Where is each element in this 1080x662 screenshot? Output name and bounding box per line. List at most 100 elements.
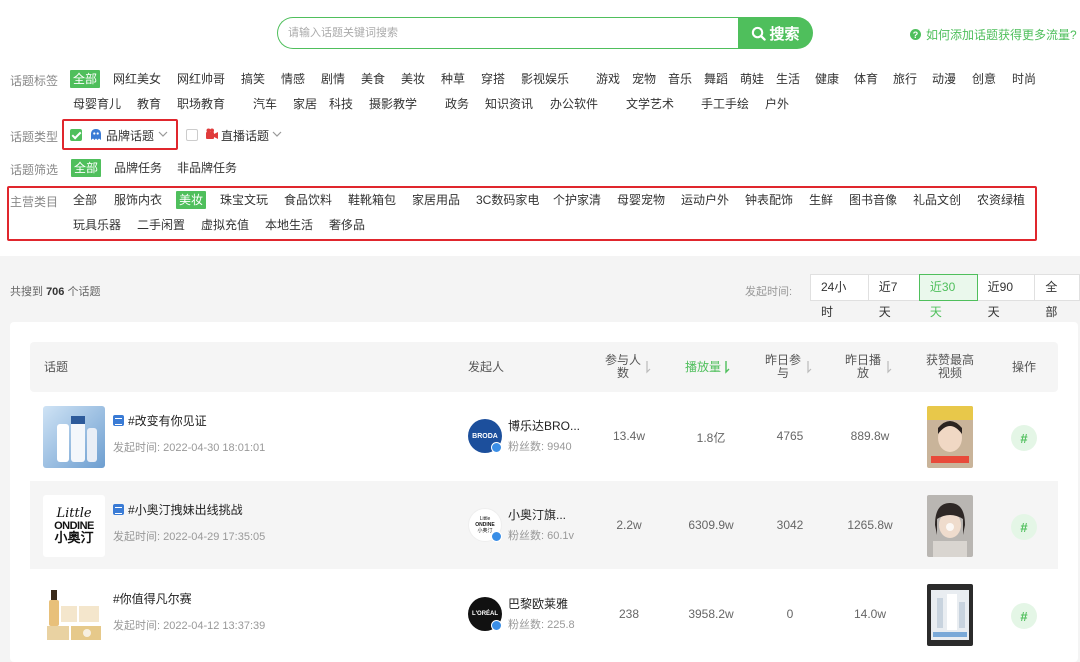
tag-chip-4[interactable]: 情感 — [281, 70, 305, 88]
category-chip-row2-4[interactable]: 奢侈品 — [329, 216, 365, 234]
time-tab-2[interactable]: 近30天 — [918, 274, 978, 319]
tag-chip-row2-3[interactable]: 汽车 — [253, 95, 277, 113]
category-chip-0[interactable]: 全部 — [73, 191, 97, 209]
brand-topic-label[interactable]: 品牌话题 — [106, 127, 154, 145]
top-video-thumbnail[interactable] — [927, 584, 973, 646]
topic-title[interactable]: #改变有你见证 — [113, 412, 207, 429]
category-chip-1[interactable]: 服饰内衣 — [114, 191, 162, 209]
tag-chip-5[interactable]: 剧情 — [321, 70, 345, 88]
search-bar: 搜索 — [277, 17, 813, 49]
tag-chip-row2-11[interactable]: 手工手绘 — [701, 95, 749, 113]
live-topic-checkbox[interactable] — [186, 129, 198, 141]
tag-chip-8[interactable]: 种草 — [441, 70, 465, 88]
sort-icon[interactable] — [885, 360, 893, 374]
category-chip-5[interactable]: 鞋靴箱包 — [348, 191, 396, 209]
topic-action-button[interactable]: # — [1011, 514, 1037, 540]
category-chip-15[interactable]: 农资绿植 — [977, 191, 1025, 209]
category-chip-13[interactable]: 图书音像 — [849, 191, 897, 209]
yesterday-plays-value: 889.8w — [850, 429, 890, 443]
th-yesterday-participants[interactable]: 昨日参与 — [765, 354, 801, 380]
search-button[interactable]: 搜索 — [738, 17, 813, 49]
tag-chip-15[interactable]: 萌娃 — [740, 70, 764, 88]
creator-name[interactable]: 巴黎欧莱雅 — [508, 595, 580, 612]
category-chip-6[interactable]: 家居用品 — [412, 191, 460, 209]
category-chip-2[interactable]: 美妆 — [176, 191, 207, 209]
tag-chip-12[interactable]: 宠物 — [632, 70, 656, 88]
help-link-text: 如何添加话题获得更多流量? — [926, 28, 1077, 42]
tag-chip-row2-5[interactable]: 科技 — [329, 95, 353, 113]
top-video-thumbnail[interactable] — [927, 495, 973, 557]
tag-chip-row2-6[interactable]: 摄影教学 — [369, 95, 417, 113]
tag-chip-2[interactable]: 网红帅哥 — [177, 70, 225, 88]
category-chip-row2-0[interactable]: 玩具乐器 — [73, 216, 121, 234]
category-chip-row2-2[interactable]: 虚拟充值 — [201, 216, 249, 234]
tag-chip-row2-10[interactable]: 文学艺术 — [626, 95, 674, 113]
brand-topic-checkbox[interactable] — [70, 129, 82, 141]
tag-chip-1[interactable]: 网红美女 — [113, 70, 161, 88]
tag-chip-17[interactable]: 健康 — [815, 70, 839, 88]
table-row[interactable]: Little ONDINE 小奥汀 #小奥汀拽妹出线挑战 发起时间: 2022-… — [30, 481, 1058, 569]
tag-chip-20[interactable]: 动漫 — [932, 70, 956, 88]
screen-chip-2[interactable]: 非品牌任务 — [177, 159, 237, 177]
sort-icon[interactable] — [805, 360, 813, 374]
tag-chip-10[interactable]: 影视娱乐 — [521, 70, 569, 88]
topic-action-button[interactable]: # — [1011, 603, 1037, 629]
time-tab-1[interactable]: 近7天 — [867, 274, 920, 319]
tag-chip-3[interactable]: 搞笑 — [241, 70, 265, 88]
help-link[interactable]: ? 如何添加话题获得更多流量? — [910, 26, 1077, 43]
result-count: 共搜到 706 个话题 — [10, 286, 101, 298]
search-icon — [752, 26, 767, 41]
tag-chip-0[interactable]: 全部 — [70, 70, 101, 88]
creator-name[interactable]: 博乐达BRO... — [508, 417, 580, 434]
table-row[interactable]: #你值得凡尔赛 发起时间: 2022-04-12 13:37:39 L'ORÉA… — [30, 570, 1058, 658]
screen-chip-1[interactable]: 品牌任务 — [114, 159, 162, 177]
category-chip-9[interactable]: 母婴宠物 — [617, 191, 665, 209]
tag-chip-13[interactable]: 音乐 — [668, 70, 692, 88]
time-tab-4[interactable]: 全部 — [1034, 274, 1080, 319]
category-chip-4[interactable]: 食品饮料 — [284, 191, 332, 209]
category-chip-7[interactable]: 3C数码家电 — [476, 191, 539, 209]
tag-chip-14[interactable]: 舞蹈 — [704, 70, 728, 88]
tag-chip-row2-7[interactable]: 政务 — [445, 95, 469, 113]
time-tab-3[interactable]: 近90天 — [976, 274, 1036, 319]
tag-chip-18[interactable]: 体育 — [854, 70, 878, 88]
screen-chip-0[interactable]: 全部 — [71, 159, 102, 177]
top-video-thumbnail[interactable] — [927, 406, 973, 468]
category-chip-3[interactable]: 珠宝文玩 — [220, 191, 268, 209]
category-chip-row2-3[interactable]: 本地生活 — [265, 216, 313, 234]
tag-chip-row2-0[interactable]: 母婴育儿 — [73, 95, 121, 113]
tag-chip-row2-4[interactable]: 家居 — [293, 95, 317, 113]
creator-name[interactable]: 小奥汀旗... — [508, 506, 580, 523]
tag-chip-row2-8[interactable]: 知识资讯 — [485, 95, 533, 113]
th-plays[interactable]: 播放量 — [685, 361, 721, 374]
tag-chip-9[interactable]: 穿搭 — [481, 70, 505, 88]
tag-chip-row2-9[interactable]: 办公软件 — [550, 95, 598, 113]
table-row[interactable]: #改变有你见证 发起时间: 2022-04-30 18:01:01 BRODA … — [30, 392, 1058, 480]
category-chip-8[interactable]: 个护家清 — [553, 191, 601, 209]
tag-chip-6[interactable]: 美食 — [361, 70, 385, 88]
topic-action-button[interactable]: # — [1011, 425, 1037, 451]
category-chip-14[interactable]: 礼品文创 — [913, 191, 961, 209]
time-tab-0[interactable]: 24小时 — [810, 274, 869, 319]
category-chip-11[interactable]: 钟表配饰 — [745, 191, 793, 209]
category-chip-10[interactable]: 运动户外 — [681, 191, 729, 209]
sort-desc-icon[interactable] — [723, 360, 731, 374]
sort-icon[interactable] — [644, 360, 652, 374]
search-input[interactable] — [277, 17, 747, 49]
topic-title[interactable]: #你值得凡尔赛 — [113, 590, 192, 607]
category-chip-12[interactable]: 生鲜 — [809, 191, 833, 209]
live-topic-label[interactable]: 直播话题 — [221, 127, 269, 145]
tag-chip-21[interactable]: 创意 — [972, 70, 996, 88]
th-participants[interactable]: 参与人数 — [603, 354, 643, 380]
topic-title[interactable]: #小奥汀拽妹出线挑战 — [113, 501, 243, 518]
tag-chip-7[interactable]: 美妆 — [401, 70, 425, 88]
tag-chip-row2-2[interactable]: 职场教育 — [177, 95, 225, 113]
tag-chip-19[interactable]: 旅行 — [893, 70, 917, 88]
tag-chip-row2-12[interactable]: 户外 — [765, 95, 789, 113]
tag-chip-row2-1[interactable]: 教育 — [137, 95, 161, 113]
category-chip-row2-1[interactable]: 二手闲置 — [137, 216, 185, 234]
th-yesterday-plays[interactable]: 昨日播放 — [845, 354, 881, 380]
tag-chip-11[interactable]: 游戏 — [596, 70, 620, 88]
tag-chip-22[interactable]: 时尚 — [1012, 70, 1036, 88]
tag-chip-16[interactable]: 生活 — [776, 70, 800, 88]
